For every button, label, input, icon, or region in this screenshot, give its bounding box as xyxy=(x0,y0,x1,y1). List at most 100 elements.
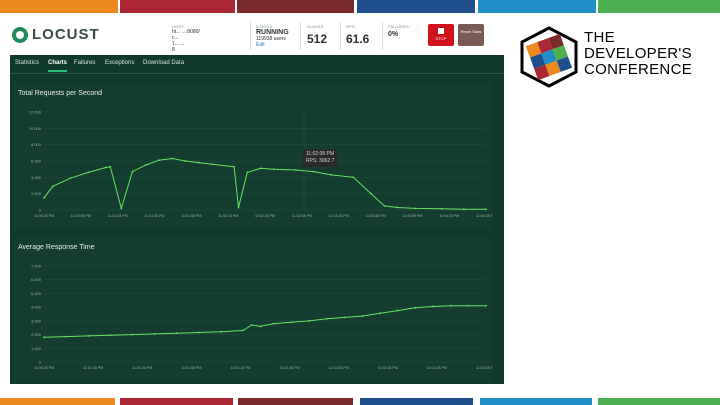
logo-text: LOCUST xyxy=(32,26,100,43)
rps-chart: 12,000 10,000 8,000 6,000 4,000 2,000 011:00:3… xyxy=(29,110,492,219)
slaves-label: SLAVES xyxy=(307,24,324,29)
data-point xyxy=(237,206,240,209)
data-point xyxy=(330,173,333,176)
y-tick-label: 10,000 xyxy=(29,126,42,131)
data-point xyxy=(463,208,465,211)
data-point xyxy=(158,159,160,162)
slaves-value: 512 xyxy=(307,32,328,46)
y-tick-label: 3,000 xyxy=(31,318,42,323)
tab-charts[interactable]: Charts xyxy=(48,60,68,72)
x-tick-label: 11:04:18 PM xyxy=(439,214,459,218)
x-tick-label: 11:01:18 PM xyxy=(108,214,128,218)
conference-name: THE DEVELOPER'S CONFERENCE xyxy=(584,30,692,78)
x-tick-label: 11:02:58 PM xyxy=(329,366,349,370)
header-divider xyxy=(300,22,301,50)
stop-icon xyxy=(438,28,444,34)
stop-button[interactable]: STOP xyxy=(428,24,454,46)
rps-label: RPS xyxy=(346,24,355,29)
data-point xyxy=(197,161,200,164)
status-block: STATUS RUNNING 119938 users Edit xyxy=(256,24,289,48)
data-point xyxy=(290,321,293,324)
data-point xyxy=(396,206,399,209)
data-point xyxy=(144,164,147,166)
x-tick-label: 11:00:58 PM xyxy=(71,214,91,218)
data-point xyxy=(109,334,112,337)
x-tick-label: 11:02:38 PM xyxy=(279,366,299,370)
edit-link[interactable]: Edit xyxy=(256,42,289,48)
locust-app-window: LOCUST HOST ht... ...:8080/ c... 1... ..… xyxy=(10,18,504,384)
data-point xyxy=(414,306,417,309)
brand-line-1: THE xyxy=(584,29,615,46)
response-time-chart-panel: Average Response Time 7,000 6,000 5,000 4,0… xyxy=(14,238,492,380)
data-point xyxy=(259,167,262,170)
y-tick-label: 2,000 xyxy=(31,191,42,196)
data-point xyxy=(87,335,90,337)
data-point xyxy=(295,169,297,171)
data-point xyxy=(352,176,355,179)
host-line-4: 8 xyxy=(172,47,175,53)
data-point xyxy=(259,325,262,328)
tab-bar: Statistics Charts Failures Exceptions Do… xyxy=(10,55,504,74)
rps-chart-panel: Total Requests per Second 12,000 10,000 8,… xyxy=(14,84,492,228)
data-point xyxy=(396,309,399,312)
data-point xyxy=(485,304,487,307)
tab-failures[interactable]: Failures xyxy=(74,60,95,66)
data-point xyxy=(312,170,315,173)
top-color-stripes xyxy=(0,0,720,13)
reset-stats-button[interactable]: Reset Stats xyxy=(458,24,484,46)
y-tick-label: 6,000 xyxy=(31,277,42,282)
data-point xyxy=(308,319,311,322)
stop-label: STOP xyxy=(435,36,447,41)
data-point xyxy=(43,336,45,339)
status-value: RUNNING xyxy=(256,29,289,36)
tab-exceptions[interactable]: Exceptions xyxy=(105,60,134,66)
data-point xyxy=(131,170,134,173)
failures-value: 0% xyxy=(388,31,399,38)
data-point xyxy=(467,304,470,307)
data-point xyxy=(104,166,107,169)
y-tick-label: 6,000 xyxy=(31,159,42,164)
data-point xyxy=(184,160,187,162)
data-point xyxy=(361,315,364,317)
data-point xyxy=(370,192,372,195)
data-point xyxy=(379,312,381,315)
data-point xyxy=(153,332,156,335)
x-tick-label: 11:01:58 PM xyxy=(181,214,201,218)
data-point xyxy=(250,324,253,326)
x-tick-label: 11:04:38 PM xyxy=(476,214,492,218)
bottom-color-stripes xyxy=(0,398,720,405)
brand-line-2: DEVELOPER'S xyxy=(584,45,692,62)
data-point xyxy=(43,196,45,199)
y-tick-label: 7,000 xyxy=(31,264,42,269)
tooltip-value: RPS: 3062.7 xyxy=(306,158,335,164)
header-divider xyxy=(382,22,383,50)
conference-branding: THE DEVELOPER'S CONFERENCE xyxy=(518,24,708,94)
y-tick-label: 4,000 xyxy=(31,305,42,310)
y-tick-label: 4,000 xyxy=(31,175,42,180)
data-point xyxy=(175,332,178,335)
data-point xyxy=(242,329,244,332)
brand-line-3: CONFERENCE xyxy=(584,61,693,78)
x-tick-label: 11:03:18 PM xyxy=(329,214,349,218)
x-tick-label: 11:01:28 PM xyxy=(132,366,152,370)
x-tick-label: 11:00:38 PM xyxy=(34,366,54,370)
x-tick-label: 11:01:58 PM xyxy=(181,366,201,370)
locust-logo: LOCUST xyxy=(12,26,100,43)
data-point xyxy=(197,331,200,334)
x-tick-label: 11:02:58 PM xyxy=(292,214,312,218)
x-tick-label: 11:02:18 PM xyxy=(218,214,238,218)
data-point xyxy=(87,171,90,174)
reset-label: Reset Stats xyxy=(460,29,482,34)
data-point xyxy=(211,163,213,166)
data-point xyxy=(485,208,487,211)
tab-download-data[interactable]: Download Data xyxy=(143,60,184,66)
x-tick-label: 11:03:18 PM xyxy=(378,366,398,370)
x-tick-label: 11:01:38 PM xyxy=(144,214,164,218)
data-point xyxy=(414,207,417,210)
data-point xyxy=(120,207,123,210)
tab-statistics[interactable]: Statistics xyxy=(15,60,39,66)
rps-block: RPS 61.6 xyxy=(346,24,369,46)
data-point xyxy=(233,165,235,168)
tooltip-time: 11:02:08 PM xyxy=(306,151,334,157)
series-line xyxy=(43,305,486,338)
